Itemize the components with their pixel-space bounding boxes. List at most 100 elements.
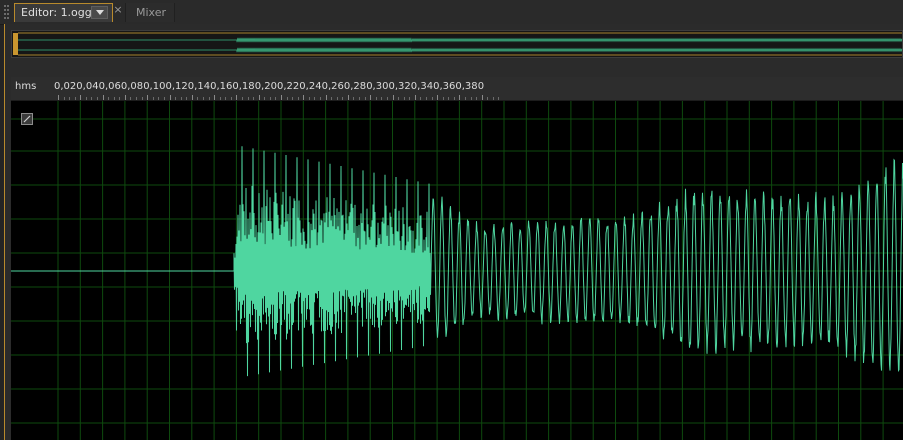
ruler-minor-tick (353, 97, 355, 100)
ruler-minor-tick (136, 97, 138, 100)
ruler-minor-tick (308, 97, 310, 100)
ruler-tick-label: 0,38 (455, 81, 478, 92)
tab-mixer-label: Mixer (136, 6, 167, 19)
file-dropdown-button[interactable] (91, 6, 108, 19)
ruler-tick-label: 0,12 (165, 81, 188, 92)
ruler-tick-mark (147, 95, 149, 100)
ruler-tick-label: 0,28 (343, 81, 367, 92)
waveform-canvas (11, 101, 903, 440)
ruler-minor-tick (431, 97, 433, 100)
ruler-tick-label: 0,26 (321, 81, 344, 92)
overview-waveform (13, 32, 903, 56)
ruler-minor-tick (286, 97, 288, 100)
ruler-minor-tick (470, 97, 472, 100)
ruler-tick-label: 0,16 (210, 81, 233, 92)
ruler-tick-mark (303, 95, 305, 100)
ruler-tick-mark (414, 95, 416, 100)
ruler-tick-label: 0,34 (410, 81, 434, 92)
ruler-minor-tick (342, 97, 344, 100)
ruler-minor-tick (425, 97, 427, 100)
ruler-minor-tick (476, 97, 478, 100)
ruler-minor-tick (442, 97, 444, 100)
ruler-minor-tick (364, 97, 366, 100)
ruler-minor-tick (320, 97, 322, 100)
ruler-minor-tick (381, 97, 383, 100)
ruler-minor-tick (163, 97, 165, 100)
ruler-minor-tick (85, 97, 87, 100)
ruler-tick-mark (370, 95, 372, 100)
ruler-minor-tick (158, 97, 160, 100)
ruler-tick-mark (58, 95, 59, 100)
ruler-minor-tick (492, 97, 494, 100)
ruler-tick-mark (102, 95, 104, 100)
tab-editor-label: Editor: 1.ogg (21, 6, 92, 19)
close-icon[interactable]: × (113, 4, 123, 16)
ruler-unit-label: hms (15, 81, 37, 92)
ruler-tick-mark (214, 95, 216, 100)
ruler-tick-mark (124, 95, 126, 100)
ruler-minor-tick (69, 97, 71, 100)
ruler-tick-mark (459, 95, 461, 100)
ruler-tick-label: 0,08 (120, 81, 144, 92)
ruler-minor-tick (386, 97, 388, 100)
ruler-minor-tick (219, 97, 221, 100)
ruler-tick-label: 0,20 (254, 81, 277, 92)
time-ruler[interactable]: hms 0,02 0,04 0,06 0,08 0,10 0,12 0,14 0,16 0,18… (11, 77, 903, 101)
panel-tab-bar: Editor: 1.ogg × Mixer (0, 0, 903, 25)
ruler-tick-mark (481, 95, 483, 100)
ruler-tick-label: 0,30 (366, 81, 389, 92)
ruler-minor-tick (448, 97, 450, 100)
ruler-minor-tick (63, 97, 65, 100)
ruler-minor-tick (403, 97, 405, 100)
ruler-tick-label: 0,24 (299, 81, 322, 92)
ruler-minor-tick (487, 97, 489, 100)
grip-icon[interactable] (4, 4, 10, 20)
ruler-minor-tick (186, 97, 188, 100)
ruler-tick-mark (258, 95, 260, 100)
ruler-minor-tick (247, 97, 249, 100)
ruler-minor-tick (230, 97, 232, 100)
ruler-tick-mark (347, 95, 349, 100)
waveform-overview[interactable] (11, 30, 903, 58)
waveform-display[interactable] (11, 101, 903, 440)
ruler-minor-tick (331, 97, 333, 100)
ruler-minor-tick (141, 97, 143, 100)
ruler-tick-label: 0,18 (232, 81, 255, 92)
overview-left-handle[interactable] (13, 33, 18, 55)
ruler-minor-tick (97, 97, 99, 100)
ruler-tick-label: 0,36 (433, 81, 456, 92)
ruler-tick-label: 0,02 (54, 81, 77, 92)
ruler-tick-mark (80, 95, 82, 100)
ruler-minor-tick (241, 97, 243, 100)
ruler-minor-tick (225, 97, 227, 100)
ruler-tick-label: 0,04 (76, 81, 99, 92)
ruler-minor-tick (314, 97, 316, 100)
channel-enable-icon[interactable] (21, 113, 33, 125)
ruler-minor-tick (130, 97, 132, 100)
ruler-minor-tick (464, 97, 466, 100)
ruler-tick-mark (236, 95, 238, 100)
ruler-minor-tick (498, 97, 500, 100)
ruler-tick-mark (437, 95, 439, 100)
ruler-minor-tick (202, 97, 204, 100)
ruler-tick-mark (191, 95, 193, 100)
ruler-minor-tick (119, 97, 121, 100)
ruler-tick-label: 0,14 (187, 81, 211, 92)
ruler-minor-tick (113, 97, 115, 100)
ruler-minor-tick (74, 97, 76, 100)
ruler-minor-tick (197, 97, 199, 100)
ruler-minor-tick (336, 97, 338, 100)
ruler-minor-tick (375, 97, 377, 100)
ruler-tick-mark (392, 95, 394, 100)
ruler-tick-label: 0 (477, 81, 485, 92)
ruler-tick-mark (169, 95, 171, 100)
ruler-minor-tick (453, 97, 455, 100)
ruler-tick-mark (325, 95, 327, 100)
tab-editor[interactable]: Editor: 1.ogg (14, 3, 113, 22)
ruler-minor-tick (152, 97, 154, 100)
ruler-tick-label: 0,22 (277, 81, 300, 92)
tab-mixer[interactable]: Mixer (125, 3, 175, 22)
ruler-tick-label: 0,32 (388, 81, 411, 92)
ruler-minor-tick (180, 97, 182, 100)
ruler-minor-tick (175, 97, 177, 100)
